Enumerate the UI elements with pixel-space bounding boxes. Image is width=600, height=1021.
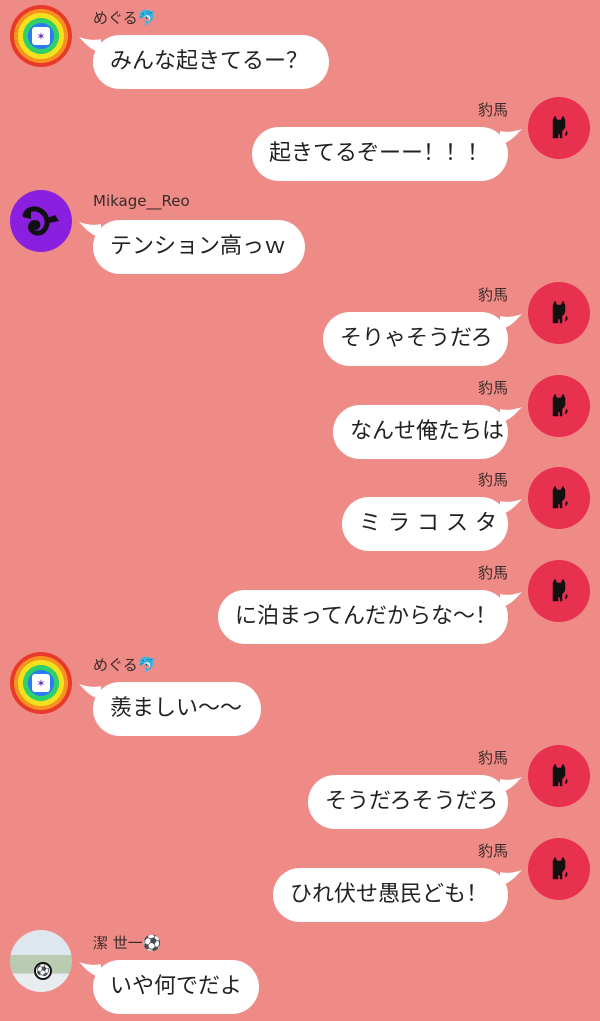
sender-name: 豹馬 [477, 101, 508, 119]
sender-name: 豹馬 [477, 286, 508, 304]
black-cat-avatar[interactable] [528, 467, 590, 529]
rainbow-burst-avatar[interactable]: ✶ [10, 652, 72, 714]
sender-name: Mikage__Reo [93, 192, 190, 210]
sender-name: めぐる🐬 [93, 656, 157, 674]
rainbow-burst-avatar[interactable]: ✶ [10, 5, 72, 67]
message-bubble[interactable]: そりゃそうだろ [323, 312, 508, 366]
message-bubble[interactable]: ひれ伏せ愚民ども！ [273, 868, 508, 922]
message-bubble[interactable]: いや何でだよ [93, 960, 259, 1014]
message-bubble[interactable]: に泊まってんだからな〜！ [218, 590, 508, 644]
black-cat-avatar[interactable] [528, 560, 590, 622]
sender-name: 潔 世一⚽ [93, 934, 162, 952]
message-bubble[interactable]: なんせ俺たちは [333, 405, 508, 459]
message-bubble[interactable]: そうだろそうだろ [308, 775, 508, 829]
sender-name: 豹馬 [477, 564, 508, 582]
message-bubble[interactable]: ミ ラ コ ス タ [342, 497, 508, 551]
message-bubble[interactable]: テンション高っｗ [93, 220, 305, 274]
black-cat-avatar[interactable] [528, 97, 590, 159]
black-cat-avatar[interactable] [528, 838, 590, 900]
black-cat-avatar[interactable] [528, 745, 590, 807]
black-cat-avatar[interactable] [528, 282, 590, 344]
sender-name: 豹馬 [477, 379, 508, 397]
message-bubble[interactable]: みんな起きてるー？ [93, 35, 329, 89]
sender-name: 豹馬 [477, 842, 508, 860]
sender-name: 豹馬 [477, 471, 508, 489]
chameleon-avatar[interactable] [10, 190, 72, 252]
message-bubble[interactable]: 羨ましい〜〜 [93, 682, 261, 736]
soccer-ball-avatar[interactable]: ⚽ [10, 930, 72, 992]
sender-name: めぐる🐬 [93, 9, 157, 27]
message-bubble[interactable]: 起きてるぞーー！！！ [252, 127, 508, 181]
black-cat-avatar[interactable] [528, 375, 590, 437]
sender-name: 豹馬 [477, 749, 508, 767]
